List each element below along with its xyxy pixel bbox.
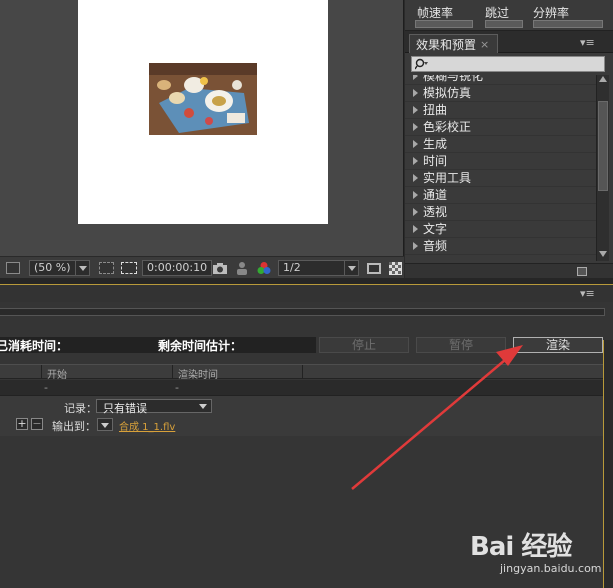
watermark-logo-text: Bai 经验 [470,532,572,562]
watermark-url: jingyan.baidu.com [500,562,602,575]
annotation-arrow [351,345,523,490]
baidu-watermark: Bai 经验 jingyan.baidu.com [470,520,610,580]
